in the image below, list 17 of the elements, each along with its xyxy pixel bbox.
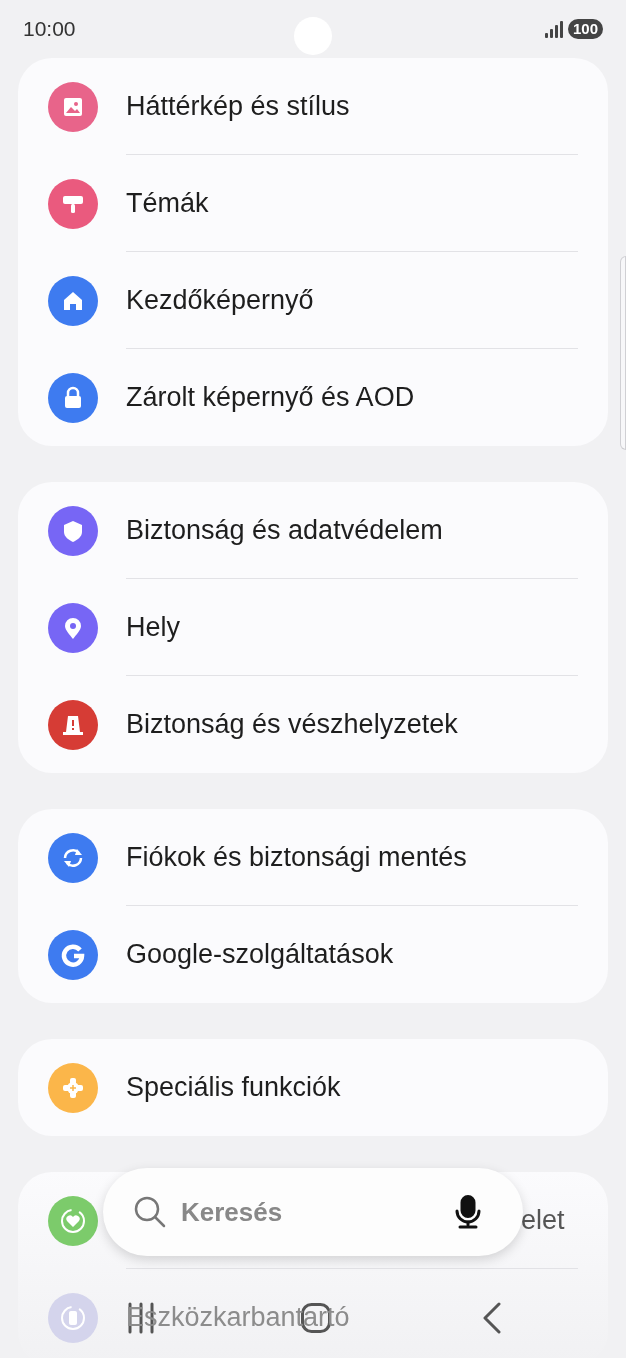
setting-label[interactable]: Háttérkép és stílus (126, 86, 350, 127)
status-time: 10:00 (23, 16, 76, 43)
setting-label[interactable]: Kezdőképernyő (126, 280, 314, 321)
back-icon[interactable] (482, 1302, 502, 1334)
setting-label[interactable]: Hely (126, 607, 180, 648)
setting-label[interactable]: Speciális funkciók (126, 1067, 341, 1108)
setting-label[interactable]: Témák (126, 183, 209, 224)
setting-label[interactable]: Biztonság és adatvédelem (126, 510, 443, 551)
setting-label[interactable]: Zárolt képernyő és AOD (126, 377, 415, 418)
search-icon (133, 1195, 167, 1229)
setting-label[interactable]: Biztonság és vészhelyzetek (126, 704, 458, 745)
battery-level: 100 (567, 19, 603, 39)
setting-label[interactable]: Google-szolgáltatások (126, 934, 394, 975)
signal-icon (543, 20, 564, 38)
microphone-icon[interactable] (455, 1195, 481, 1229)
setting-label[interactable]: elet (521, 1200, 565, 1241)
setting-label[interactable]: Fiókok és biztonsági mentés (126, 837, 467, 878)
